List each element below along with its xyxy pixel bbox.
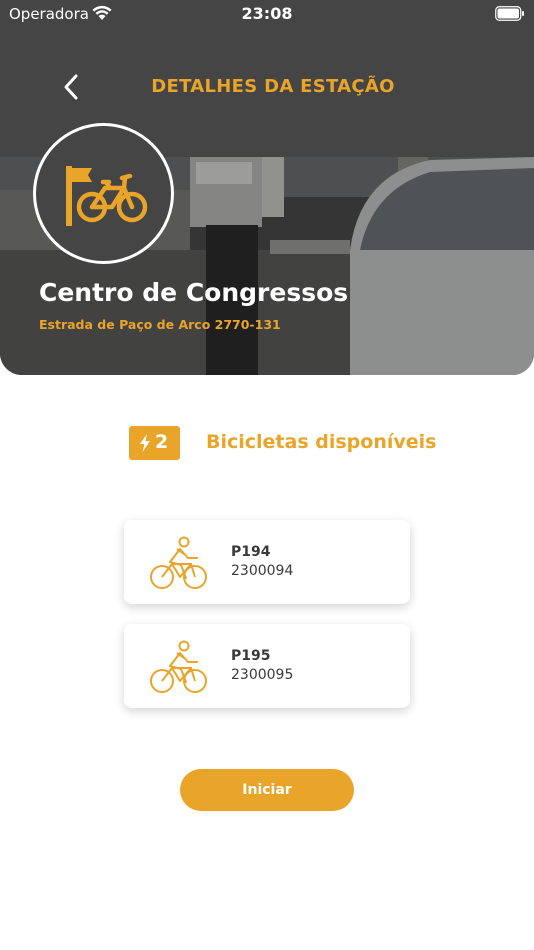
station-name: Centro de Congressos <box>39 278 349 307</box>
available-count: 2 <box>155 431 169 453</box>
lightning-bolt-icon <box>140 434 150 452</box>
bike-code: P194 <box>231 544 271 560</box>
bike-card[interactable]: P194 2300094 <box>124 520 410 604</box>
station-header: Operadora 23:08 DETALHES DA ESTAÇÃO Cent… <box>0 0 534 375</box>
cyclist-icon <box>150 536 207 589</box>
availability-badge: 2 <box>129 426 180 460</box>
cyclist-icon <box>150 640 207 693</box>
availability-label: Bicicletas disponíveis <box>206 431 437 453</box>
status-time: 23:08 <box>241 4 293 23</box>
station-address: Estrada de Paço de Arco 2770-131 <box>39 317 281 332</box>
bike-serial: 2300094 <box>231 563 294 579</box>
bike-serial: 2300095 <box>231 667 294 683</box>
page-title: DETALHES DA ESTAÇÃO <box>151 76 395 97</box>
status-bar: Operadora 23:08 <box>0 0 534 30</box>
start-button[interactable]: Iniciar <box>180 769 354 811</box>
bike-card[interactable]: P195 2300095 <box>124 624 410 708</box>
bike-station-icon <box>66 166 148 226</box>
station-avatar <box>33 123 174 264</box>
battery-icon <box>495 6 524 21</box>
bike-code: P195 <box>231 648 271 664</box>
